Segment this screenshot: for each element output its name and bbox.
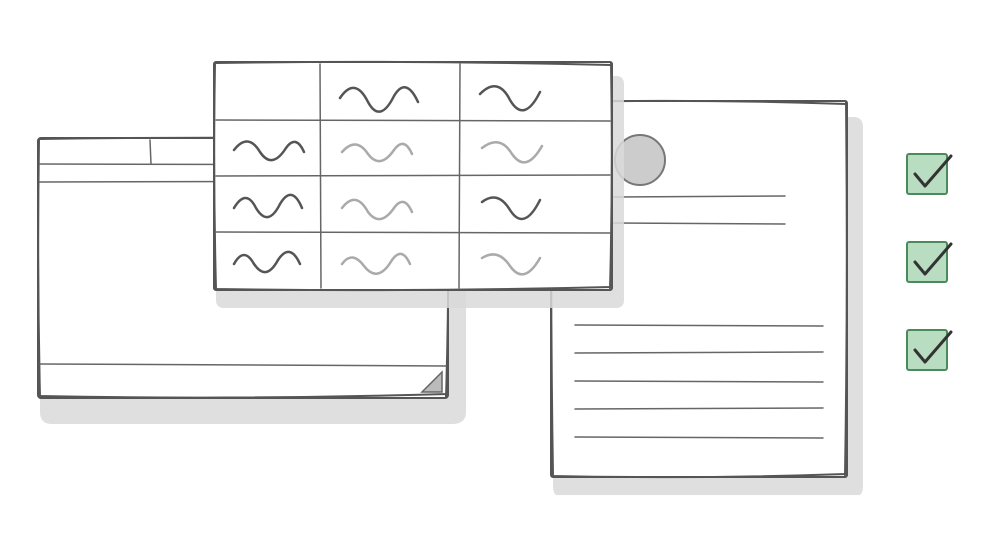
checkbox-3[interactable]	[905, 328, 949, 372]
checkbox-1[interactable]	[905, 152, 949, 196]
diagram-stage	[0, 0, 1000, 548]
spreadsheet-panel	[210, 58, 630, 318]
checkbox-2[interactable]	[905, 240, 949, 284]
